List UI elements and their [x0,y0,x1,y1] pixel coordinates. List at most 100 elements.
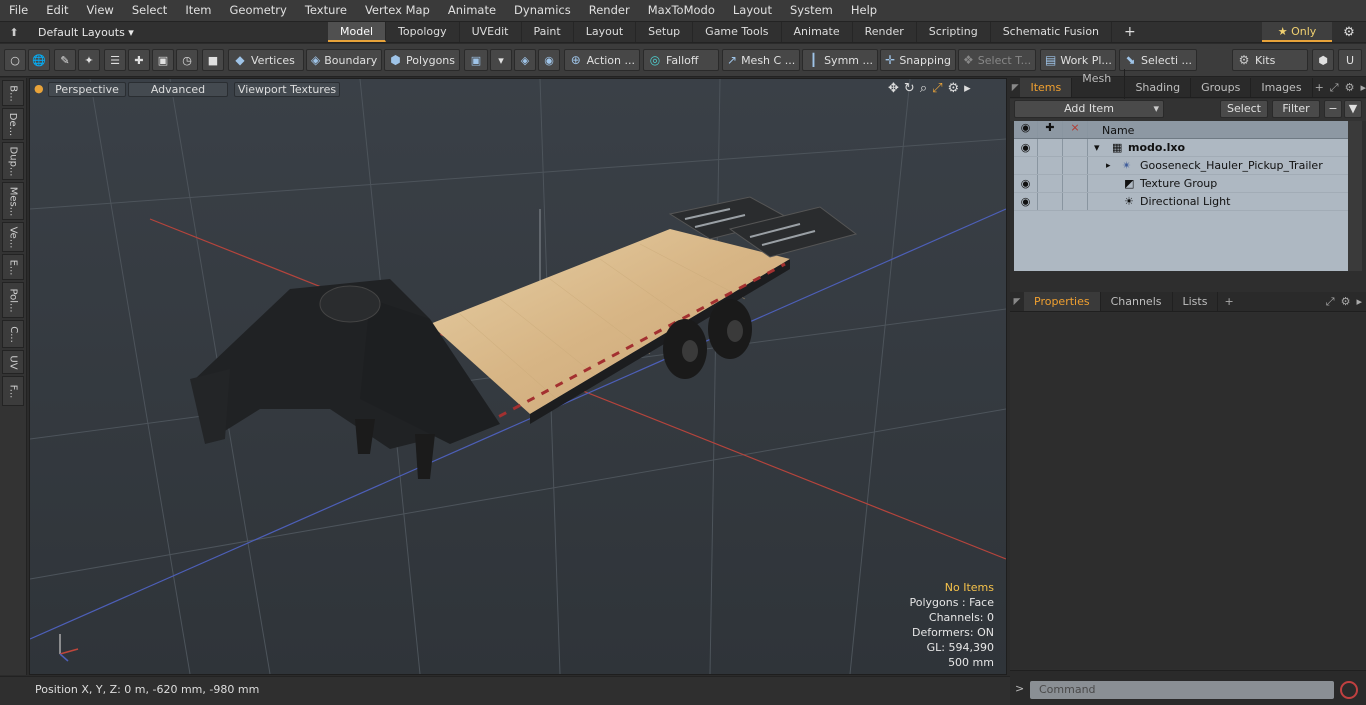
menu-layout[interactable]: Layout [724,0,781,21]
pen-icon[interactable]: ✎ [54,49,76,71]
perspective-button[interactable]: Perspective [48,82,126,97]
menu-vertex-map[interactable]: Vertex Map [356,0,439,21]
tree-row[interactable]: ◉ ☀ Directional Light [1014,193,1348,211]
panel-menu-icon[interactable]: ◤ [1010,83,1020,93]
add-tab-button[interactable]: + [1112,22,1148,42]
menu-select[interactable]: Select [123,0,176,21]
tab-uvedit[interactable]: UVEdit [460,22,522,42]
menu-texture[interactable]: Texture [296,0,356,21]
items-add-tab-icon[interactable]: + [1313,81,1324,94]
left-tab-basic[interactable]: B... [2,80,24,106]
left-tab-mesh[interactable]: Mes... [2,182,24,220]
vertices-button[interactable]: ◆ Vertices [228,49,304,71]
visibility-column-icon[interactable]: ◉ [1014,121,1038,138]
tab-schematic-fusion[interactable]: Schematic Fusion [991,22,1113,42]
left-tab-duplicate[interactable]: Dup... [2,142,24,180]
tab-lists[interactable]: Lists [1173,292,1219,311]
tree-row[interactable]: ▸ ✴ Gooseneck_Hauler_Pickup_Trailer [1014,157,1348,175]
select-button[interactable]: Select [1220,100,1268,118]
properties-arrow-icon[interactable]: ▸ [1356,295,1366,308]
center-icon[interactable]: ✚ [128,49,150,71]
shield-icon[interactable]: ■ [202,49,224,71]
shield-check-icon[interactable]: ◉ [538,49,560,71]
selection-sets-button[interactable]: ⬊ Selecti ... [1119,49,1197,71]
tab-animate[interactable]: Animate [782,22,853,42]
items-arrow-icon[interactable]: ▸ [1354,81,1366,94]
action-center-button[interactable]: ⊕ Action ... [564,49,640,71]
mesh-constraint-button[interactable]: ↗ Mesh C ... [722,49,800,71]
menu-help[interactable]: Help [842,0,886,21]
funnel-icon[interactable]: ▼ [1344,100,1362,118]
tab-images[interactable]: Images [1251,78,1313,97]
left-tab-uv[interactable]: UV [2,350,24,374]
align-icon[interactable]: ☰ [104,49,126,71]
left-tab-vertex[interactable]: Ve... [2,222,24,252]
falloff-button[interactable]: ◎ Falloff [643,49,719,71]
add-item-button[interactable]: Add Item ▾ [1014,100,1164,118]
cube-icon[interactable]: ▣ [464,49,488,71]
tab-model[interactable]: Model [328,22,387,42]
expand-triangle-icon[interactable]: ▾ [1094,139,1100,157]
left-tab-polygon[interactable]: Pol... [2,282,24,318]
tab-groups[interactable]: Groups [1191,78,1252,97]
collapse-triangle-icon[interactable]: ▸ [1106,157,1111,175]
clock-icon[interactable]: ◷ [176,49,198,71]
command-input[interactable]: Command [1030,681,1334,699]
menu-animate[interactable]: Animate [439,0,505,21]
rotate-view-icon[interactable]: ↻ [904,81,915,96]
3d-viewport[interactable]: ● Perspective Advanced Viewport Textures… [29,78,1007,675]
kits-button[interactable]: ⚙ Kits [1232,49,1308,71]
tab-setup[interactable]: Setup [636,22,694,42]
lock-column-icon[interactable]: ✚ [1038,121,1063,138]
menu-edit[interactable]: Edit [37,0,77,21]
tab-items[interactable]: Items [1020,78,1073,97]
unity-icon[interactable]: ⬢ [1312,49,1334,71]
items-gear-icon[interactable]: ⚙ [1339,81,1355,94]
collapse-icon[interactable]: − [1324,100,1342,118]
record-icon[interactable] [1340,681,1358,699]
viewport-gear-icon[interactable]: ⚙ [948,81,960,96]
dropdown-arrow-icon[interactable]: ▾ [490,49,512,71]
name-column-header[interactable]: Name [1102,124,1134,137]
move-view-icon[interactable]: ✥ [888,81,899,96]
left-tab-fusion[interactable]: F... [2,376,24,406]
menu-maxtomodo[interactable]: MaxToModo [639,0,724,21]
circle-select-icon[interactable]: ○ [4,49,26,71]
select-through-button[interactable]: ❖ Select T... [958,49,1036,71]
tab-paint[interactable]: Paint [522,22,574,42]
left-tab-curve[interactable]: C... [2,320,24,348]
tree-row[interactable]: ◉ ◩ Texture Group [1014,175,1348,193]
unreal-icon[interactable]: U [1338,49,1362,71]
symmetry-shield-icon[interactable]: ◈ [514,49,536,71]
menu-system[interactable]: System [781,0,842,21]
zoom-view-icon[interactable]: ⌕ [920,81,927,96]
frame-icon[interactable]: ▣ [152,49,174,71]
menu-file[interactable]: File [0,0,37,21]
tab-properties[interactable]: Properties [1024,292,1101,311]
tab-topology[interactable]: Topology [386,22,460,42]
eye-icon[interactable]: ◉ [1014,193,1038,210]
menu-view[interactable]: View [78,0,123,21]
globe-icon[interactable]: 🌐 [28,49,50,71]
symmetry-button[interactable]: ┃ Symm ... [802,49,878,71]
left-tab-edge[interactable]: E... [2,254,24,280]
snapping-button[interactable]: ✛ Snapping [880,49,956,71]
tab-scripting[interactable]: Scripting [917,22,991,42]
tab-shading[interactable]: Shading [1125,78,1192,97]
only-toggle[interactable]: ★ Only [1262,22,1332,42]
filter-button[interactable]: Filter [1272,100,1320,118]
menu-render[interactable]: Render [580,0,639,21]
left-tab-deform[interactable]: De... [2,108,24,140]
brush-icon[interactable]: ✦ [78,49,100,71]
eye-icon[interactable]: ◉ [1014,175,1038,192]
viewport-menu-dot-icon[interactable]: ● [34,82,44,97]
menu-geometry[interactable]: Geometry [221,0,296,21]
item-list-scrollbar[interactable] [1348,121,1362,271]
item-list[interactable]: ◉ ✚ ⨯ Name ◉ ▾ ▦ modo.lxo ▸ ✴ Gooseneck_… [1014,121,1348,271]
properties-gear-icon[interactable]: ⚙ [1341,295,1357,308]
viewport-textures-button[interactable]: Viewport Textures [234,82,340,97]
advanced-button[interactable]: Advanced [128,82,228,97]
default-layouts-dropdown[interactable]: Default Layouts ▾ [28,26,134,39]
maximize-view-icon[interactable]: ⤢ [932,81,942,96]
tab-layout[interactable]: Layout [574,22,637,42]
